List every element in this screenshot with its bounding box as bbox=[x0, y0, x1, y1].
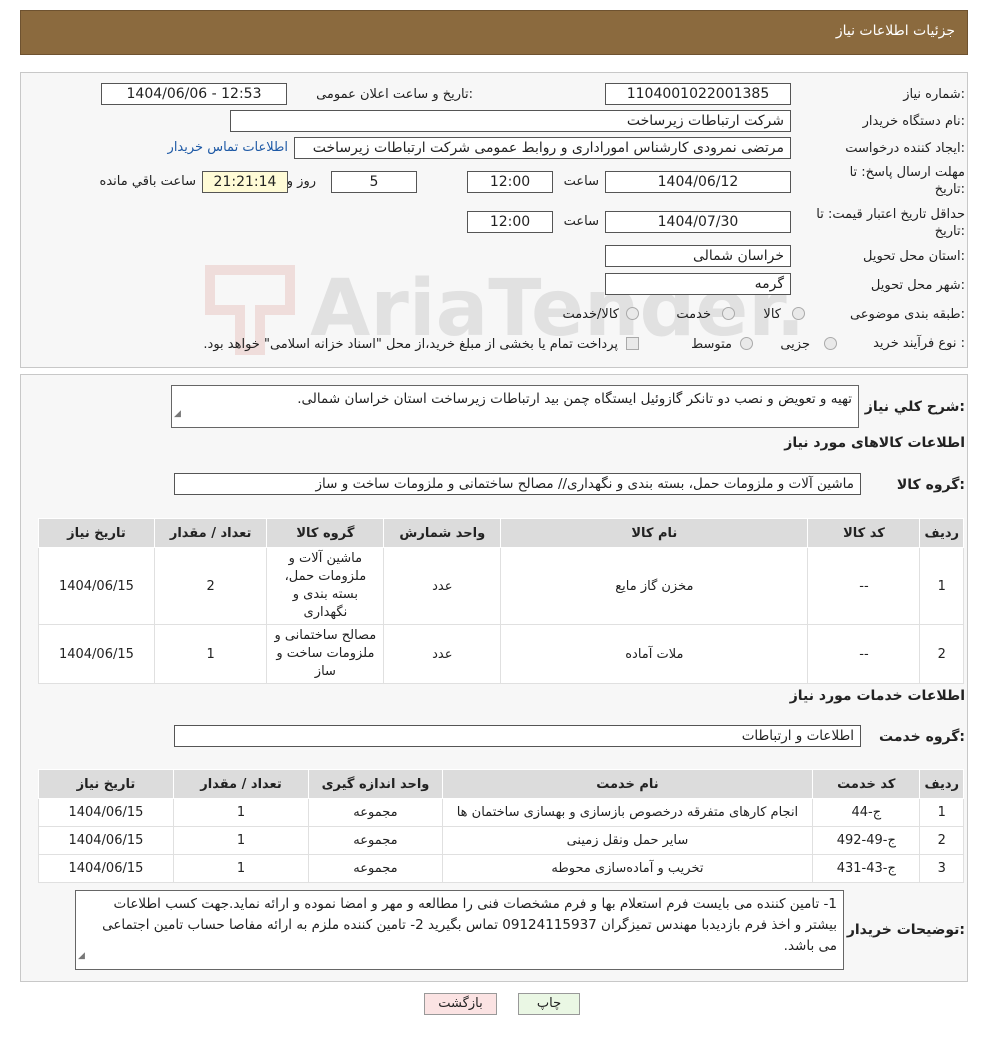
services-col-row: ردیف bbox=[919, 769, 964, 799]
buyer-notes-field: 1- تامین کننده می بایست فرم استعلام بها … bbox=[75, 890, 844, 970]
process-minor-label: جزیی bbox=[780, 337, 810, 352]
category-goods-service-radio[interactable] bbox=[626, 307, 639, 320]
category-service-radio[interactable] bbox=[722, 307, 735, 320]
table-row: 3 ج-43-431 تخریب و آماده‌سازی محوطه مجمو… bbox=[38, 854, 964, 883]
creator-field: مرتضی نمرودی کارشناس اموراداری و روابط ع… bbox=[294, 137, 791, 159]
goods-col-name: نام کالا bbox=[500, 518, 809, 548]
services-col-unit: واحد اندازه گیری bbox=[308, 769, 443, 799]
deadline-label: مهلت ارسال پاسخ: تا تاریخ: bbox=[849, 165, 965, 197]
page-header: جزئیات اطلاعات نیاز bbox=[20, 10, 968, 55]
buyer-field: شرکت ارتباطات زیرساخت bbox=[230, 110, 791, 132]
goods-col-code: کد کالا bbox=[807, 518, 921, 548]
deadline-time-field: 12:00 bbox=[467, 171, 553, 193]
city-field: گرمه bbox=[605, 273, 791, 295]
resize-grip-icon[interactable]: ◢ bbox=[174, 404, 181, 425]
remaining-time-field: 21:21:14 bbox=[202, 171, 288, 193]
goods-col-date: تاریخ نیاز bbox=[38, 518, 155, 548]
remaining-label: ساعت باقي مانده bbox=[99, 174, 196, 189]
services-group-label: گروه خدمت: bbox=[879, 729, 965, 745]
goods-group-field: ماشین آلات و ملزومات حمل، بسته بندی و نگ… bbox=[174, 473, 861, 495]
description-label: شرح کلي نياز: bbox=[864, 399, 965, 415]
goods-col-qty: تعداد / مقدار bbox=[153, 518, 268, 548]
table-row: 2 -- ملات آماده عدد مصالح ساختمانی و ملز… bbox=[38, 624, 964, 684]
process-note: پرداخت تمام یا بخشی از مبلغ خرید،از محل … bbox=[203, 337, 618, 352]
services-col-name: نام خدمت bbox=[441, 769, 814, 799]
announce-label: تاریخ و ساعت اعلان عمومی: bbox=[316, 87, 473, 102]
process-medium-radio[interactable] bbox=[740, 337, 753, 350]
services-col-qty: تعداد / مقدار bbox=[172, 769, 310, 799]
days-label: روز و bbox=[286, 174, 316, 189]
category-service-label: خدمت bbox=[676, 307, 711, 322]
table-row: 1 -- مخزن گاز مایع عدد ماشین آلات و ملزو… bbox=[38, 547, 964, 625]
services-col-code: کد خدمت bbox=[812, 769, 921, 799]
services-group-field: اطلاعات و ارتباطات bbox=[174, 725, 861, 747]
validity-date-field: 1404/07/30 bbox=[605, 211, 791, 233]
back-button[interactable]: بازگشت bbox=[424, 993, 497, 1015]
category-goods-service-label: کالا/خدمت bbox=[562, 307, 619, 322]
need-number-label: شماره نیاز: bbox=[903, 87, 965, 102]
resize-grip-icon[interactable]: ◢ bbox=[78, 946, 85, 967]
buyer-notes-label: توضیحات خریدار: bbox=[846, 922, 965, 938]
services-section-title: اطلاعات خدمات مورد نیاز bbox=[789, 688, 965, 704]
goods-section-title: اطلاعات کالاهای مورد نیاز bbox=[784, 435, 965, 451]
treasury-checkbox[interactable] bbox=[626, 337, 639, 350]
category-goods-radio[interactable] bbox=[792, 307, 805, 320]
deadline-time-label: ساعت bbox=[563, 174, 599, 189]
category-goods-label: کالا bbox=[763, 307, 781, 322]
goods-col-row: ردیف bbox=[919, 518, 964, 548]
description-field: تهیه و تعویض و نصب دو تانکر گازوئیل ایست… bbox=[171, 385, 859, 428]
buyer-contact-link[interactable]: اطلاعات تماس خریدار bbox=[168, 140, 288, 155]
print-button[interactable]: چاپ bbox=[518, 993, 580, 1015]
city-label: شهر محل تحویل: bbox=[870, 278, 965, 293]
announce-field: 1404/06/06 - 12:53 bbox=[101, 83, 287, 105]
goods-table: ردیف کد کالا نام کالا واحد شمارش گروه کا… bbox=[38, 518, 964, 684]
page-title: جزئیات اطلاعات نیاز bbox=[835, 23, 955, 39]
buyer-label: نام دستگاه خریدار: bbox=[862, 114, 965, 129]
process-label: نوع فرآیند خرید : bbox=[873, 336, 965, 351]
goods-col-unit: واحد شمارش bbox=[383, 518, 502, 548]
table-row: 1 ج-44 انجام کارهای متفرقه درخصوص بازساز… bbox=[38, 798, 964, 827]
province-field: خراسان شمالی bbox=[605, 245, 791, 267]
days-field: 5 bbox=[331, 171, 417, 193]
goods-col-group: گروه کالا bbox=[266, 518, 385, 548]
validity-label: حداقل تاریخ اعتبار قیمت: تا تاریخ: bbox=[816, 207, 965, 239]
goods-table-header: ردیف کد کالا نام کالا واحد شمارش گروه کا… bbox=[38, 518, 964, 548]
validity-time-field: 12:00 bbox=[467, 211, 553, 233]
deadline-date-field: 1404/06/12 bbox=[605, 171, 791, 193]
process-medium-label: متوسط bbox=[691, 337, 732, 352]
need-number-field: 1104001022001385 bbox=[605, 83, 791, 105]
services-table-header: ردیف کد خدمت نام خدمت واحد اندازه گیری ت… bbox=[38, 769, 964, 799]
services-col-date: تاریخ نیاز bbox=[38, 769, 174, 799]
table-row: 2 ج-49-492 سایر حمل ونقل زمینی مجموعه 1 … bbox=[38, 826, 964, 855]
services-table: ردیف کد خدمت نام خدمت واحد اندازه گیری ت… bbox=[38, 769, 964, 883]
validity-time-label: ساعت bbox=[563, 214, 599, 229]
creator-label: ایجاد کننده درخواست: bbox=[845, 141, 965, 156]
province-label: استان محل تحویل: bbox=[863, 249, 965, 264]
process-minor-radio[interactable] bbox=[824, 337, 837, 350]
category-label: طبقه بندی موضوعی: bbox=[849, 307, 965, 322]
goods-group-label: گروه کالا: bbox=[896, 477, 965, 493]
